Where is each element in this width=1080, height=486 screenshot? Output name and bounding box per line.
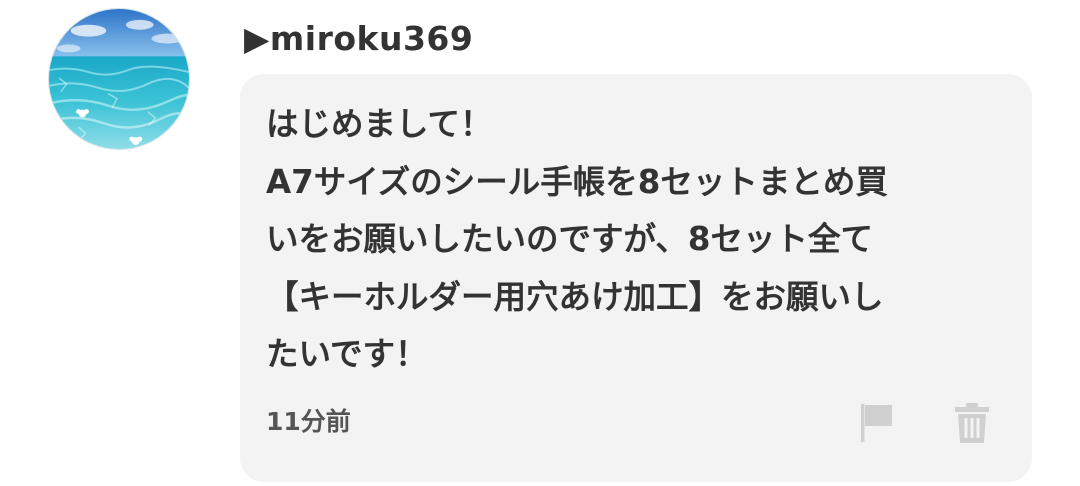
comment-message-line: A7サイズのシール手帳を8セットまとめ買 [266,162,888,201]
comment-message-line: 【キーホルダー用穴あけ加工】をお願いし [266,277,884,316]
username[interactable]: ▶miroku369 [244,18,473,60]
comment-message-line: はじめまして！ [266,105,493,143]
comment-message-line: たいです！ [266,335,428,373]
comment-bubble: はじめまして！ A7サイズのシール手帳を8セットまとめ買 いをお願いしたいのです… [240,74,1032,482]
ocean-avatar-icon [49,9,189,149]
trash-icon[interactable] [952,402,992,444]
flag-icon[interactable] [858,402,898,444]
comment-timestamp: 11分前 [266,407,351,436]
avatar[interactable] [48,8,190,150]
comment-message: はじめまして！ A7サイズのシール手帳を8セットまとめ買 いをお願いしたいのです… [266,96,1006,384]
comment-message-line: いをお願いしたいのですが、8セット全て [266,220,873,258]
